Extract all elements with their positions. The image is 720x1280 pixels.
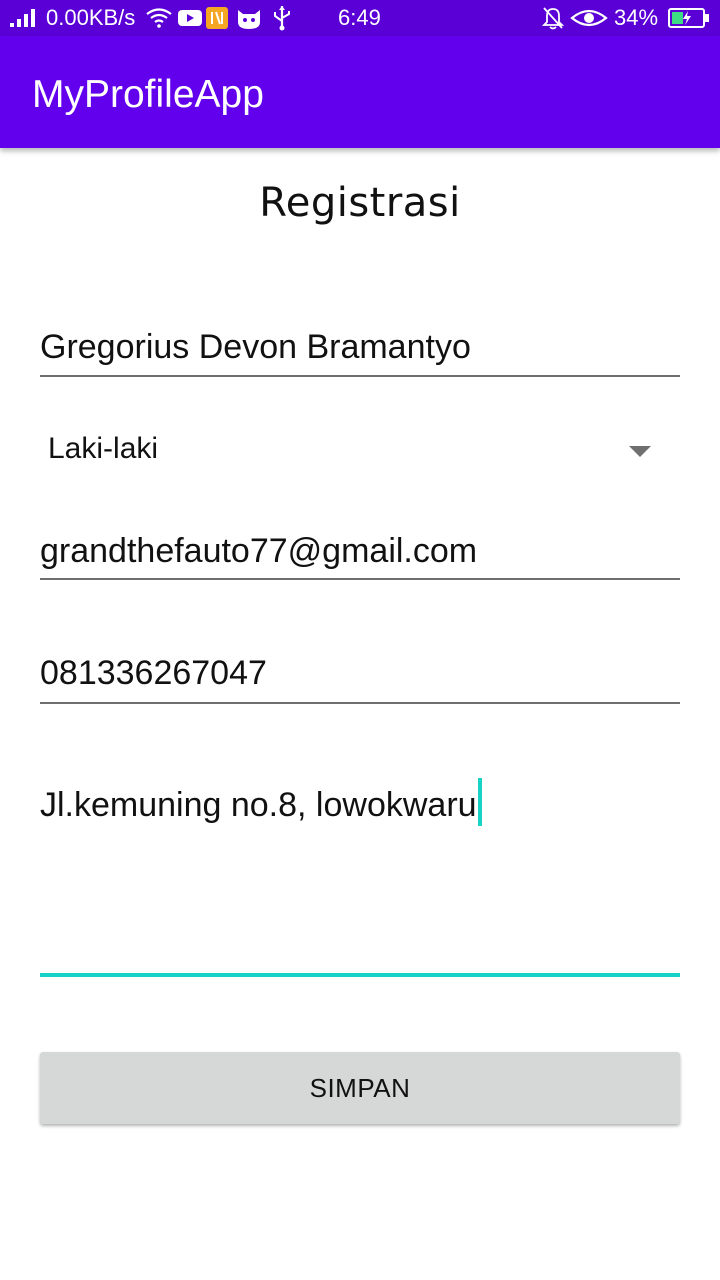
- save-button[interactable]: SIMPAN: [40, 1052, 680, 1124]
- cat-icon: [236, 0, 262, 36]
- network-speed: 0.00KB/s: [46, 5, 136, 30]
- app-bar: MyProfileApp: [0, 36, 720, 148]
- name-input[interactable]: Gregorius Devon Bramantyo: [40, 328, 680, 367]
- app-notification-icon: [206, 0, 228, 36]
- battery-charging-icon: [668, 0, 710, 36]
- dropdown-arrow-icon[interactable]: [629, 446, 651, 457]
- phone-input-underline: [40, 702, 680, 704]
- status-bar: 0.00KB/s 6:49 34%: [0, 0, 720, 36]
- wifi-icon: [146, 0, 172, 36]
- app-title: MyProfileApp: [32, 73, 264, 116]
- text-cursor: [477, 778, 482, 826]
- address-input-text: Jl.kemuning no.8, lowokwaru: [40, 786, 477, 824]
- address-input[interactable]: Jl.kemuning no.8, lowokwaru: [40, 778, 680, 826]
- phone-input[interactable]: 081336267047: [40, 654, 680, 693]
- gender-spinner[interactable]: Laki-laki: [48, 432, 158, 466]
- name-input-underline: [40, 375, 680, 377]
- usb-icon: [272, 0, 292, 36]
- form-title: Registrasi: [259, 180, 461, 226]
- youtube-icon: [178, 0, 202, 36]
- eye-icon: [570, 0, 608, 36]
- clock: 6:49: [338, 5, 381, 30]
- bell-off-icon: [542, 0, 564, 36]
- address-input-underline: [40, 973, 680, 977]
- signal-icon: [10, 0, 38, 36]
- screen: 0.00KB/s 6:49 34% MyProfileApp Registras…: [0, 0, 720, 1280]
- email-input[interactable]: grandthefauto77@gmail.com: [40, 532, 680, 571]
- battery-percent: 34%: [614, 5, 659, 30]
- email-input-underline: [40, 578, 680, 580]
